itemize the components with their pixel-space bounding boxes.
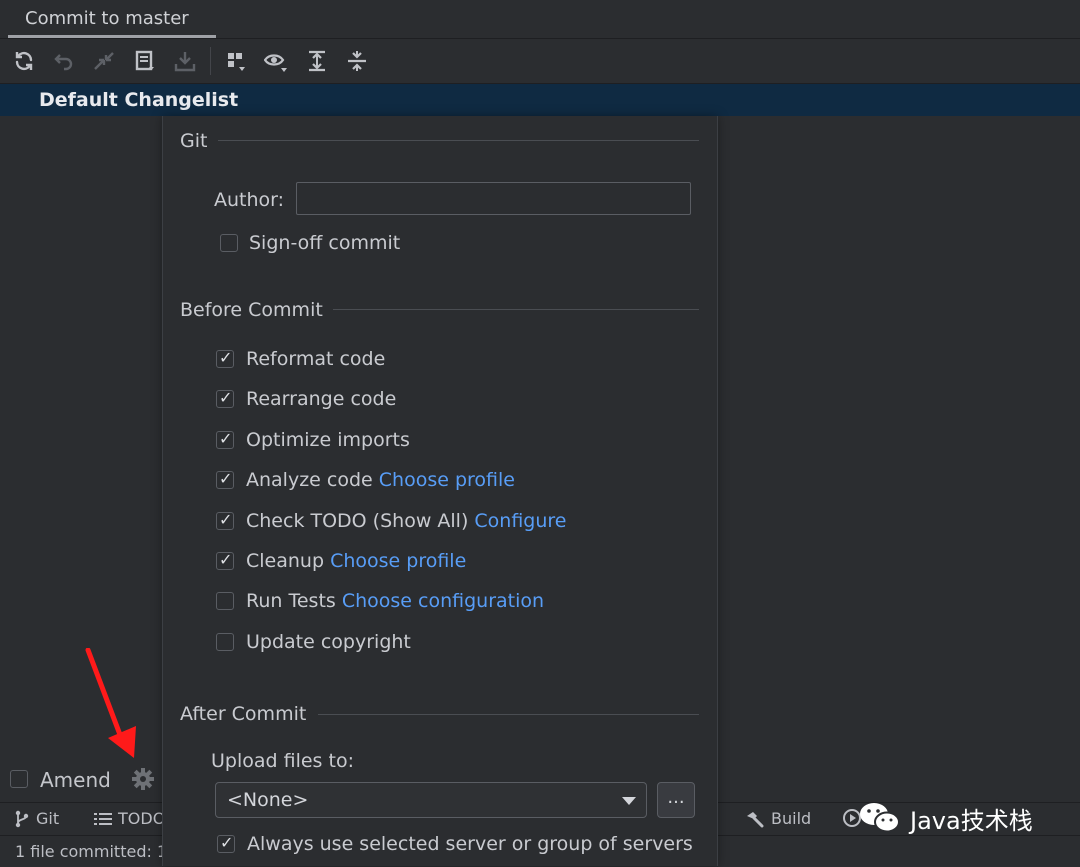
watermark-text: Java技术栈	[910, 806, 1033, 835]
section-git-title: Git	[180, 130, 208, 152]
gear-icon[interactable]	[130, 766, 156, 792]
commit-options-popup: Git Author: Sign-off commit Before Commi…	[162, 116, 718, 866]
before-commit-option-link[interactable]: Configure	[474, 510, 566, 532]
before-commit-option-label: Analyze code	[246, 469, 373, 491]
before-commit-option: Update copyright	[246, 631, 411, 653]
title-bar: Commit to master	[0, 0, 1080, 39]
always-use-server-label: Always use selected server or group of s…	[247, 833, 693, 855]
before-commit-option: Run Tests Choose configuration	[246, 590, 544, 612]
before-commit-option: Rearrange code	[246, 388, 396, 410]
group-by-icon[interactable]	[223, 47, 251, 75]
rollback-icon[interactable]	[50, 47, 78, 75]
edit-source-icon[interactable]	[131, 47, 159, 75]
section-divider	[333, 309, 699, 310]
before-commit-checkbox[interactable]	[216, 550, 234, 570]
before-commit-option: Check TODO (Show All) Configure	[246, 510, 567, 532]
upload-label: Upload files to:	[211, 750, 354, 772]
tab-git-label: Git	[36, 809, 60, 828]
hammer-icon	[747, 811, 764, 827]
watermark: Java技术栈	[858, 798, 1033, 838]
show-diff-icon[interactable]	[90, 47, 118, 75]
tab-title: Commit to master	[25, 8, 189, 29]
tab-git[interactable]: Git	[14, 809, 59, 828]
annotation-arrow-icon	[85, 648, 136, 758]
signoff-checkbox[interactable]	[220, 234, 238, 252]
changelist-name: Default Changelist	[39, 89, 239, 111]
before-commit-checkbox[interactable]	[216, 510, 234, 530]
before-commit-checkbox[interactable]	[216, 388, 234, 408]
before-commit-option-link[interactable]: Choose profile	[379, 469, 515, 491]
shelve-icon[interactable]	[171, 47, 199, 75]
section-divider	[218, 140, 699, 141]
upload-server-select[interactable]: <None>	[215, 782, 647, 818]
before-commit-option: Cleanup Choose profile	[246, 550, 466, 572]
changelist-row[interactable]: Default Changelist	[0, 84, 1080, 116]
refresh-icon[interactable]	[10, 47, 38, 75]
branch-icon	[15, 810, 29, 827]
section-divider	[318, 714, 699, 715]
before-commit-option: Optimize imports	[246, 429, 410, 451]
commit-toolbar	[0, 39, 1080, 84]
signoff-label: Sign-off commit	[249, 232, 401, 254]
tab-todo[interactable]: TODO	[94, 809, 165, 828]
section-after-commit-title: After Commit	[180, 703, 307, 725]
toolbar-separator	[210, 47, 211, 75]
before-commit-checkbox[interactable]	[216, 592, 234, 610]
before-commit-option-label: Reformat code	[246, 348, 386, 370]
before-commit-option-label: Update copyright	[246, 631, 411, 653]
before-commit-checkbox[interactable]	[216, 633, 234, 651]
collapse-all-icon[interactable]	[343, 47, 371, 75]
before-commit-checkbox[interactable]	[216, 469, 234, 489]
before-commit-option: Reformat code	[246, 348, 385, 370]
expand-all-icon[interactable]	[303, 47, 331, 75]
amend-label: Amend	[40, 768, 111, 792]
list-icon	[94, 812, 112, 825]
before-commit-option-label: Optimize imports	[246, 429, 410, 451]
before-commit-checkbox[interactable]	[216, 429, 234, 449]
wechat-icon	[860, 803, 900, 833]
browse-servers-button[interactable]: ...	[657, 782, 695, 818]
before-commit-option-label: Run Tests	[246, 590, 336, 612]
author-label: Author:	[214, 189, 285, 211]
before-commit-option-label: Cleanup	[246, 550, 325, 572]
before-commit-checkbox[interactable]	[216, 348, 234, 368]
amend-checkbox[interactable]	[10, 770, 28, 788]
before-commit-option-link[interactable]: Choose configuration	[342, 590, 544, 612]
amend-row: Amend	[0, 762, 162, 798]
author-field[interactable]	[296, 182, 691, 215]
before-commit-option: Analyze code Choose profile	[246, 469, 515, 491]
status-text: 1 file committed: 1	[15, 842, 168, 861]
always-use-server-checkbox[interactable]	[217, 833, 235, 853]
upload-server-value: <None>	[227, 789, 309, 811]
view-options-icon[interactable]	[262, 47, 290, 75]
before-commit-option-label: Check TODO (Show All)	[246, 510, 469, 532]
section-before-commit-title: Before Commit	[180, 299, 323, 321]
tab-commit-to-master[interactable]: Commit to master	[8, 0, 216, 38]
tab-build-label: Build	[771, 809, 812, 828]
tab-build[interactable]: Build	[745, 809, 811, 828]
tab-selected-indicator	[8, 35, 216, 38]
before-commit-option-label: Rearrange code	[246, 388, 397, 410]
tab-todo-label: TODO	[118, 809, 166, 828]
before-commit-option-link[interactable]: Choose profile	[330, 550, 466, 572]
chevron-down-icon	[622, 797, 636, 805]
